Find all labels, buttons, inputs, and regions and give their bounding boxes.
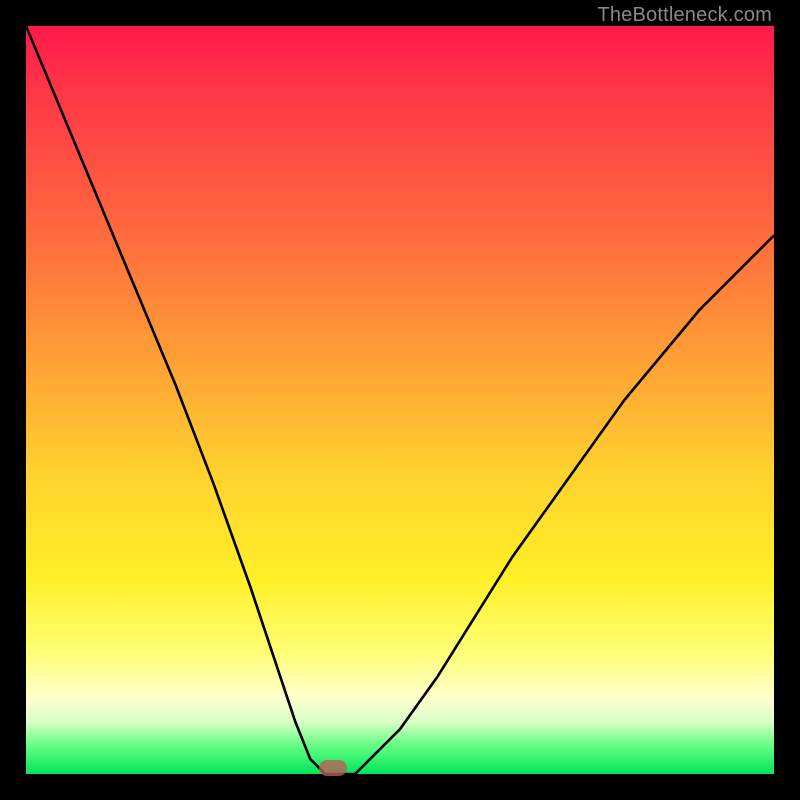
bottleneck-curve xyxy=(26,26,774,774)
chart-frame: TheBottleneck.com xyxy=(0,0,800,800)
watermark-text: TheBottleneck.com xyxy=(597,4,772,27)
curve-layer xyxy=(26,26,774,774)
plot-area xyxy=(26,26,774,774)
optimum-marker xyxy=(319,760,347,776)
